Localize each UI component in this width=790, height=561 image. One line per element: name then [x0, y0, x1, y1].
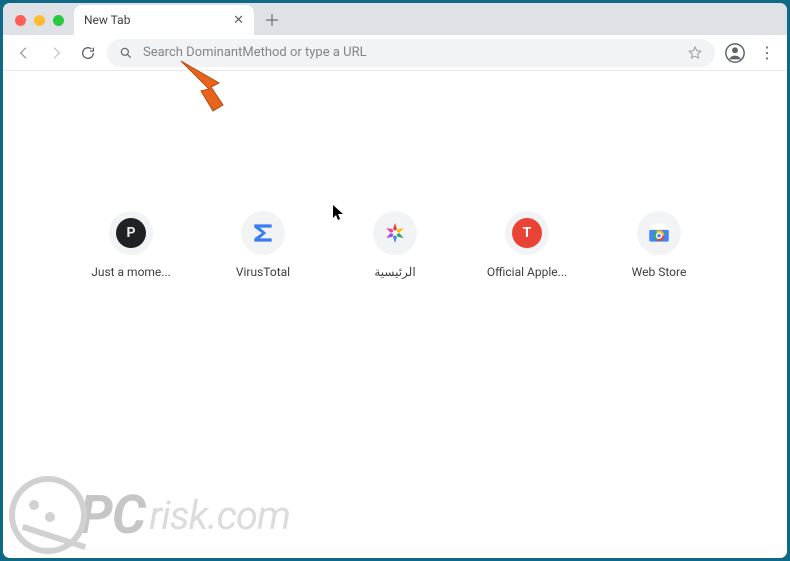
- address-bar[interactable]: Search DominantMethod or type a URL: [107, 39, 715, 67]
- maximize-window-button[interactable]: [53, 15, 64, 26]
- shortcut-tile[interactable]: P Just a mome...: [87, 211, 175, 279]
- new-tab-button[interactable]: ＋: [258, 5, 286, 33]
- forward-button[interactable]: [43, 40, 69, 66]
- tab-new-tab[interactable]: New Tab ✕: [74, 5, 254, 35]
- site-letter-icon: P: [116, 218, 146, 248]
- watermark-logo-icon: [9, 476, 87, 554]
- shortcut-tile[interactable]: Web Store: [615, 211, 703, 279]
- close-tab-icon[interactable]: ✕: [233, 14, 244, 27]
- search-icon: [119, 46, 133, 60]
- shortcut-grid: P Just a mome... VirusTotal: [3, 211, 787, 279]
- watermark-pc: PC: [79, 484, 145, 547]
- minimize-window-button[interactable]: [34, 15, 45, 26]
- tab-title: New Tab: [84, 13, 130, 27]
- shortcut-label: Official Apple...: [487, 265, 567, 279]
- watermark-rest: risk.com: [149, 492, 290, 539]
- shortcut-label: VirusTotal: [236, 265, 290, 279]
- shortcut-icon: P: [109, 211, 153, 255]
- address-bar-placeholder: Search DominantMethod or type a URL: [143, 45, 367, 60]
- shortcut-icon: [637, 211, 681, 255]
- site-letter-icon: T: [512, 218, 542, 248]
- shortcut-tile[interactable]: الرئيسية: [351, 211, 439, 279]
- browser-window: New Tab ✕ ＋ Search DominantMethod or typ…: [3, 3, 787, 558]
- color-burst-icon: [383, 221, 407, 245]
- shortcut-label: Just a mome...: [91, 265, 171, 279]
- shortcut-tile[interactable]: T Official Apple...: [483, 211, 571, 279]
- window-controls: [15, 15, 64, 26]
- close-window-button[interactable]: [15, 15, 26, 26]
- profile-avatar-icon[interactable]: [721, 39, 749, 67]
- shortcut-tile[interactable]: VirusTotal: [219, 211, 307, 279]
- tab-strip: New Tab ✕ ＋: [3, 3, 787, 35]
- back-button[interactable]: [11, 40, 37, 66]
- browser-menu-button[interactable]: ⋮: [755, 43, 779, 62]
- shortcut-icon: [241, 211, 285, 255]
- shortcut-icon: T: [505, 211, 549, 255]
- toolbar: Search DominantMethod or type a URL ⋮: [3, 35, 787, 71]
- shortcut-icon: [373, 211, 417, 255]
- webstore-icon: [646, 220, 672, 246]
- new-tab-content: P Just a mome... VirusTotal: [3, 71, 787, 558]
- sigma-icon: [250, 220, 276, 246]
- reload-button[interactable]: [75, 40, 101, 66]
- bookmark-star-icon[interactable]: [687, 45, 703, 61]
- shortcut-label: Web Store: [632, 265, 687, 279]
- watermark: PCrisk.com: [9, 476, 290, 554]
- shortcut-label: الرئيسية: [374, 265, 415, 279]
